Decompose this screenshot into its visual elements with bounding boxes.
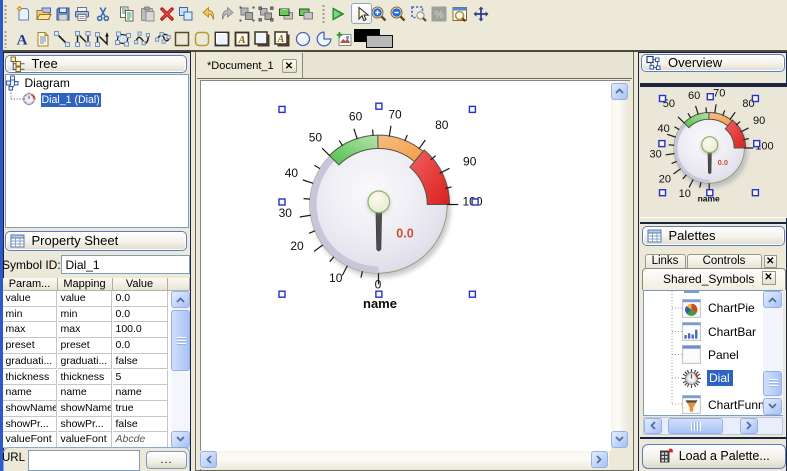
svg-text:70: 70 — [388, 108, 402, 122]
svg-text:A: A — [16, 33, 27, 48]
svg-text:A: A — [277, 34, 285, 45]
svg-text:10: 10 — [679, 188, 691, 200]
svg-text:60: 60 — [688, 90, 700, 102]
svg-text:50: 50 — [309, 131, 323, 145]
svg-text:70: 70 — [713, 87, 725, 99]
svg-text:0.0: 0.0 — [396, 227, 413, 241]
svg-text:60: 60 — [349, 110, 363, 124]
svg-text:10: 10 — [329, 271, 343, 285]
svg-text:80: 80 — [435, 118, 449, 132]
svg-text:90: 90 — [753, 115, 765, 127]
svg-text:0.0: 0.0 — [718, 158, 728, 167]
svg-text:30: 30 — [649, 148, 661, 160]
svg-text:%: % — [434, 9, 444, 21]
svg-text:90: 90 — [463, 155, 477, 169]
svg-text:40: 40 — [285, 166, 299, 180]
svg-text:20: 20 — [659, 174, 671, 186]
svg-text:20: 20 — [290, 239, 304, 253]
svg-text:0: 0 — [375, 278, 382, 292]
svg-text:name: name — [363, 296, 397, 311]
svg-text:A: A — [238, 34, 246, 46]
svg-text:40: 40 — [657, 123, 669, 135]
svg-text:30: 30 — [279, 206, 293, 220]
